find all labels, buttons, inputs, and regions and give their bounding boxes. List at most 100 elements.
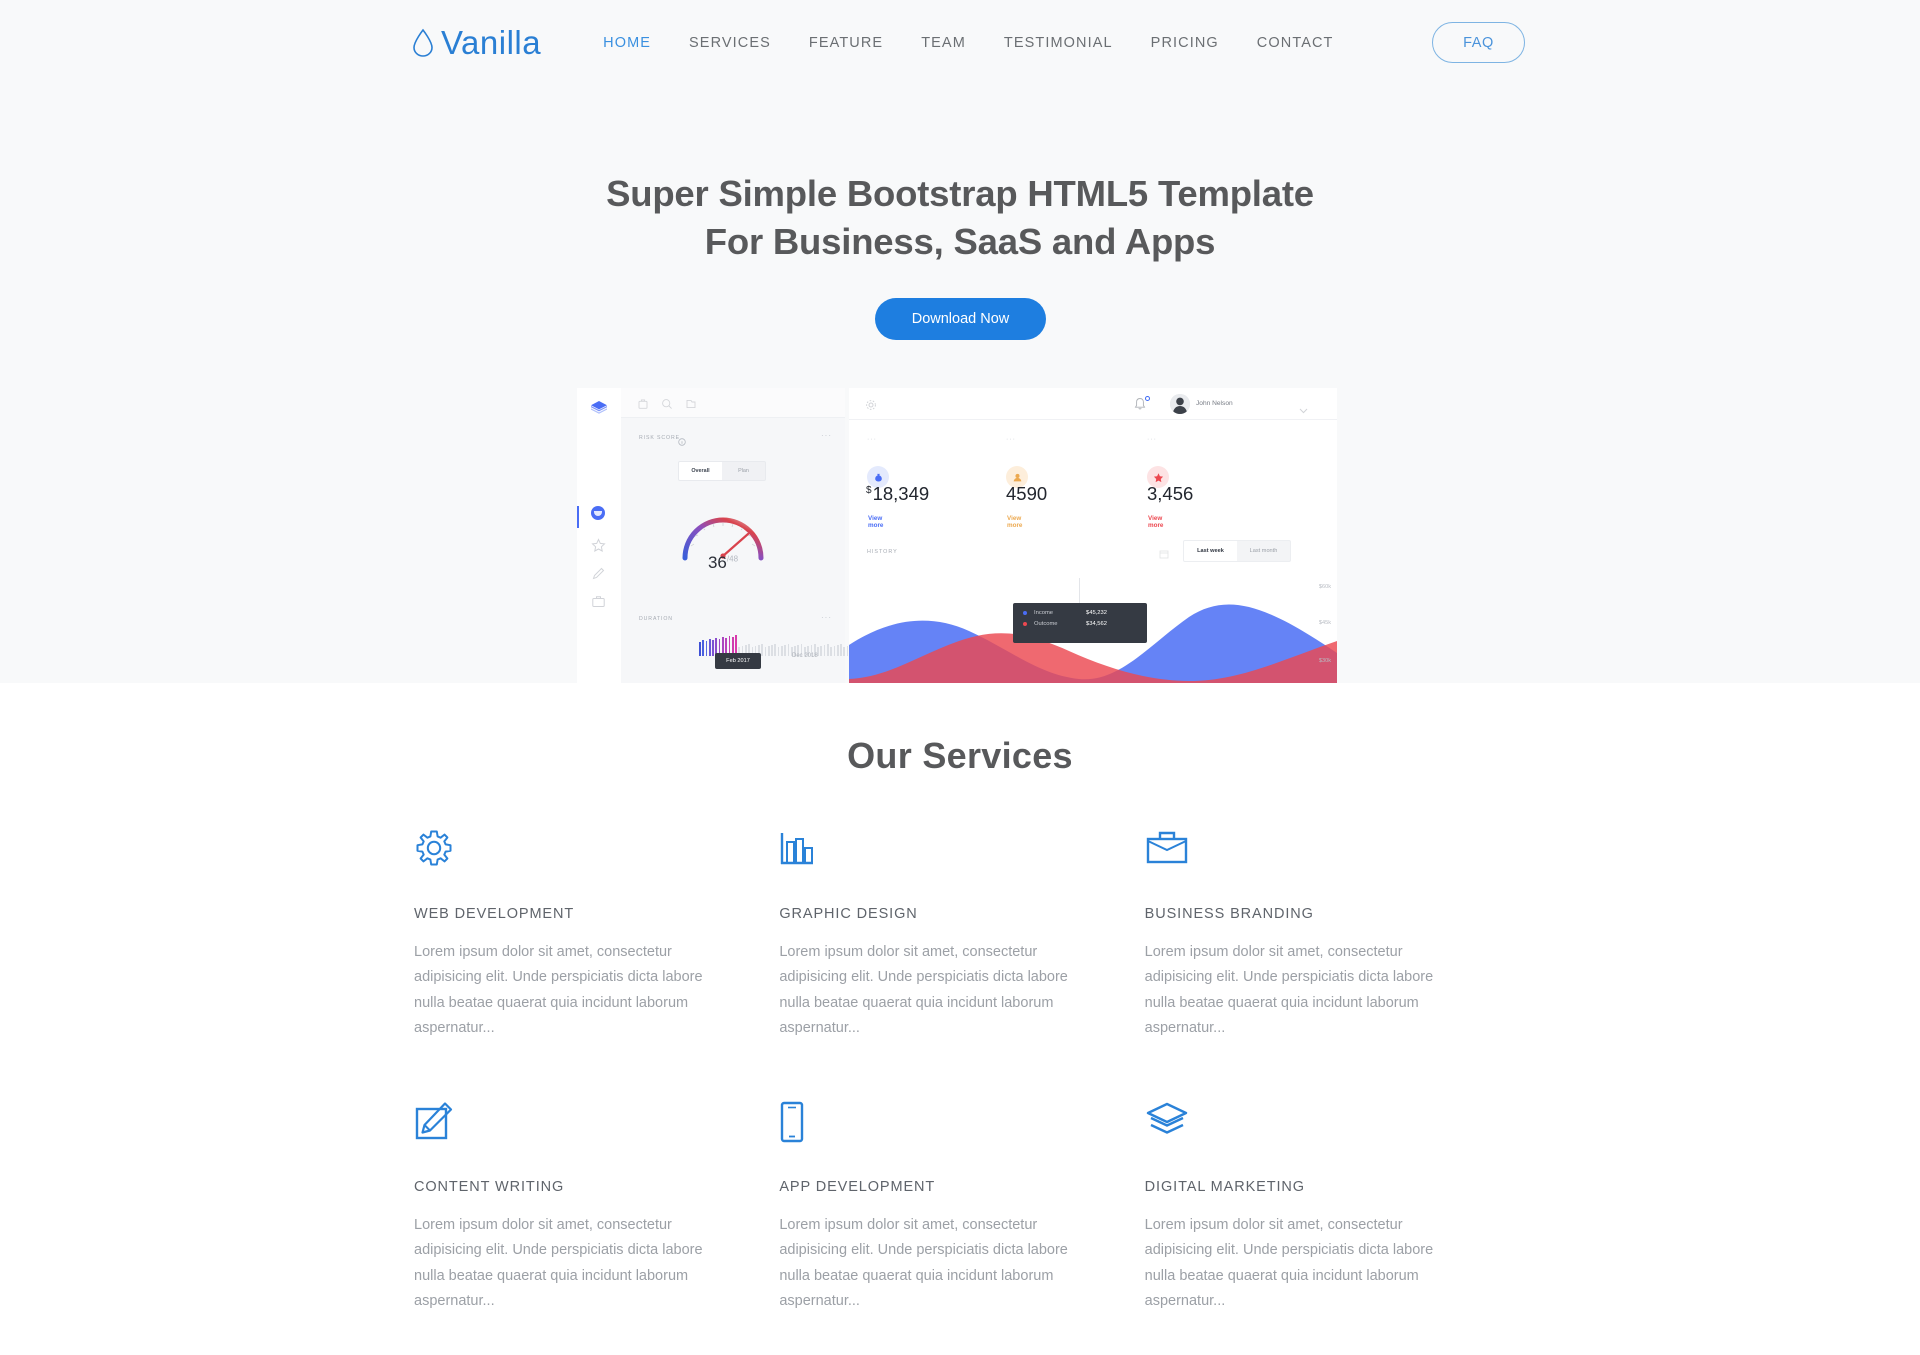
risk-score-label: RISK SCORE (639, 435, 680, 441)
service-card-web-development: WEB DEVELOPMENT Lorem ipsum dolor sit am… (414, 828, 779, 1041)
dashboard-right-topbar: John Nelson (849, 388, 1337, 420)
nav-item-services[interactable]: SERVICES (670, 35, 790, 51)
services-grid: WEB DEVELOPMENT Lorem ipsum dolor sit am… (414, 828, 1510, 1314)
primary-nav: HOME SERVICES FEATURE TEAM TESTIMONIAL P… (584, 35, 1352, 51)
stat-value: $18,349 (866, 483, 930, 504)
service-title: CONTENT WRITING (414, 1179, 565, 1196)
calendar-icon[interactable] (1159, 546, 1169, 559)
search-icon[interactable] (661, 397, 673, 409)
tooltip-row-outcome: Outcome $34,562 (1023, 621, 1137, 627)
service-description: Lorem ipsum dolor sit amet, consectetur … (414, 1217, 703, 1310)
duration-tooltip: Feb 2017 (715, 653, 761, 669)
water-drop-icon (410, 28, 436, 58)
dashboard-left-toolbar (621, 388, 845, 418)
layers-logo-icon (589, 399, 609, 419)
service-title: BUSINESS BRANDING (1144, 906, 1314, 922)
risk-card-menu[interactable]: ··· (821, 431, 832, 440)
service-card-digital-marketing: DIGITAL MARKETING Lorem ipsum dolor sit … (1145, 1101, 1510, 1314)
chart-tooltip: Income $45,232 Outcome $34,562 (1013, 603, 1147, 643)
download-now-button[interactable]: Download Now (875, 298, 1046, 340)
layers-icon (1145, 1101, 1510, 1159)
duration-end-label: Dec 2018 (792, 653, 818, 659)
brand-logo[interactable]: Vanilla (410, 24, 541, 62)
gear-icon[interactable] (865, 398, 877, 410)
service-description: Lorem ipsum dolor sit amet, consectetur … (1144, 1217, 1434, 1310)
nav-item-home[interactable]: HOME (584, 35, 670, 51)
bar-chart-icon (779, 828, 1144, 886)
view-more-link[interactable]: View more (1007, 515, 1022, 529)
service-card-app-development: APP DEVELOPMENT Lorem ipsum dolor sit am… (779, 1101, 1144, 1314)
stat-value: 4590 (1006, 483, 1048, 504)
series-amount: $34,562 (1086, 621, 1107, 627)
tab-last-month[interactable]: Last month (1237, 541, 1290, 561)
pencil-icon[interactable] (591, 566, 606, 581)
service-card-content-writing: CONTENT WRITING Lorem ipsum dolor sit am… (414, 1101, 779, 1314)
y-axis-label: $30k (1318, 658, 1331, 664)
stat-menu[interactable]: ··· (1006, 436, 1016, 443)
service-description: Lorem ipsum dolor sit amet, consectetur … (779, 1217, 1068, 1310)
series-name: Income (1034, 610, 1054, 616)
tab-overall[interactable]: Overall (679, 462, 722, 480)
gauge-value: 36/48 (707, 553, 739, 572)
service-title: DIGITAL MARKETING (1144, 1179, 1305, 1196)
service-description: Lorem ipsum dolor sit amet, consectetur … (1144, 944, 1434, 1036)
stat-menu[interactable]: ··· (867, 436, 877, 443)
service-title: WEB DEVELOPMENT (414, 906, 575, 922)
legend-dot (1023, 622, 1027, 626)
user-name: John Nelson (1196, 400, 1233, 407)
folder-icon[interactable] (685, 397, 697, 409)
risk-score-tabs: Overall Plan (678, 461, 766, 481)
chevron-down-icon[interactable] (1299, 401, 1308, 414)
tooltip-row-income: Income $45,232 (1023, 610, 1137, 616)
service-description: Lorem ipsum dolor sit amet, consectetur … (779, 944, 1068, 1036)
hero-title: Super Simple Bootstrap HTML5 Template Fo… (0, 170, 1920, 266)
mobile-phone-icon (779, 1101, 1144, 1159)
sidebar-item-dashboard[interactable] (591, 506, 605, 520)
service-card-business-branding: BUSINESS BRANDING Lorem ipsum dolor sit … (1145, 828, 1510, 1041)
legend-dot (1023, 611, 1027, 615)
series-amount: $45,232 (1086, 610, 1107, 616)
history-range-tabs: Last week Last month (1183, 540, 1291, 562)
nav-item-team[interactable]: TEAM (902, 35, 985, 51)
dashboard-mockup-image: RISK SCORE ··· Overall Plan 36/48 DURATI… (577, 388, 1337, 683)
navbar: Vanilla HOME SERVICES FEATURE TEAM TESTI… (0, 0, 1920, 86)
y-axis-label: $45k (1318, 620, 1331, 626)
briefcase-icon (1145, 828, 1510, 886)
y-axis-label: $60k (1318, 584, 1331, 590)
faq-button[interactable]: FAQ (1432, 22, 1525, 63)
brand-name: Vanilla (441, 24, 542, 61)
gear-icon (414, 828, 779, 886)
briefcase-icon[interactable] (637, 397, 649, 409)
service-card-graphic-design: GRAPHIC DESIGN Lorem ipsum dolor sit ame… (779, 828, 1144, 1041)
services-section: Our Services WEB DEVELOPMENT Lorem ipsum… (0, 683, 1920, 1355)
service-description: Lorem ipsum dolor sit amet, consectetur … (414, 944, 703, 1036)
dashboard-left-panel: RISK SCORE ··· Overall Plan 36/48 DURATI… (577, 388, 869, 683)
duration-card-menu[interactable]: ··· (821, 613, 832, 622)
hero-section: Vanilla HOME SERVICES FEATURE TEAM TESTI… (0, 0, 1920, 683)
service-title: GRAPHIC DESIGN (779, 906, 918, 922)
history-label: HISTORY (867, 549, 898, 555)
stat-value: 3,456 (1147, 483, 1194, 504)
nav-item-feature[interactable]: FEATURE (790, 35, 902, 51)
nav-item-pricing[interactable]: PRICING (1132, 35, 1238, 51)
tab-plan[interactable]: Plan (722, 462, 765, 480)
info-icon (678, 433, 686, 451)
briefcase-icon[interactable] (591, 594, 606, 609)
hero-title-line1: Super Simple Bootstrap HTML5 Template (606, 173, 1314, 214)
duration-label: DURATION (639, 616, 673, 622)
notification-badge (1145, 396, 1150, 401)
nav-item-testimonial[interactable]: TESTIMONIAL (985, 35, 1132, 51)
dashboard-right-panel: John Nelson ··· $18,349 View more ··· 45… (849, 388, 1337, 683)
services-heading: Our Services (847, 735, 1073, 776)
stat-menu[interactable]: ··· (1147, 436, 1157, 443)
hero-title-line2: For Business, SaaS and Apps (704, 221, 1216, 262)
avatar[interactable] (1170, 394, 1190, 414)
view-more-link[interactable]: View more (868, 515, 883, 529)
star-icon[interactable] (591, 538, 606, 553)
tab-last-week[interactable]: Last week (1184, 541, 1237, 561)
nav-item-contact[interactable]: CONTACT (1238, 35, 1353, 51)
service-title: APP DEVELOPMENT (779, 1179, 936, 1196)
pencil-square-icon (414, 1101, 779, 1159)
series-name: Outcome (1034, 621, 1058, 627)
view-more-link[interactable]: View more (1148, 515, 1163, 529)
